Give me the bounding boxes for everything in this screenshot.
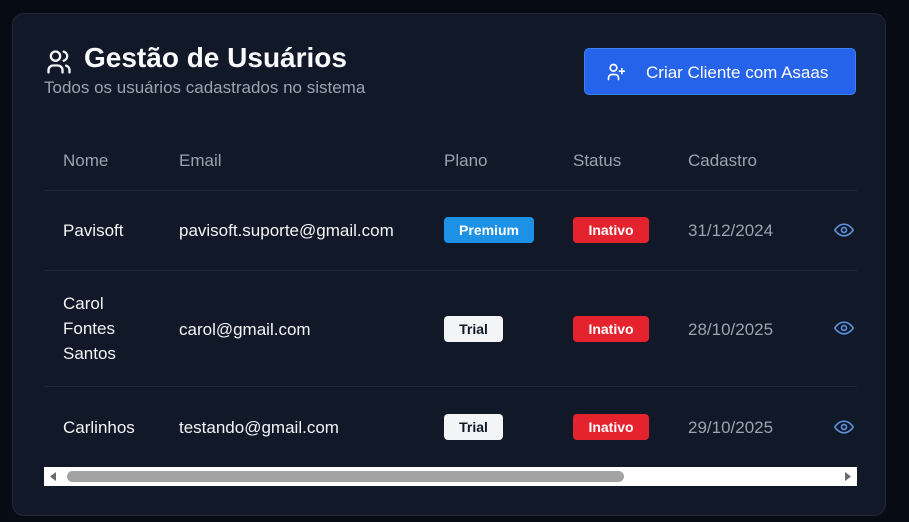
create-asaas-client-button[interactable]: Criar Cliente com Asaas (584, 48, 856, 95)
eye-icon[interactable] (834, 223, 854, 237)
user-plus-icon (607, 63, 626, 81)
row-divider (44, 190, 857, 191)
page-subtitle: Todos os usuários cadastrados no sistema (44, 78, 366, 97)
plan-badge: Trial (444, 414, 503, 440)
scrollbar-thumb[interactable] (67, 471, 624, 482)
users-icon (47, 50, 71, 74)
column-header-plan[interactable]: Plano (444, 151, 487, 171)
column-header-email[interactable]: Email (179, 151, 222, 171)
plan-badge: Trial (444, 316, 503, 342)
create-button-label: Criar Cliente com Asaas (646, 63, 829, 82)
user-email: pavisoft.suporte@gmail.com (179, 221, 394, 240)
column-header-name[interactable]: Nome (63, 151, 108, 171)
user-name: Pavisoft (63, 221, 124, 240)
eye-icon[interactable] (834, 420, 854, 434)
status-badge: Inativo (573, 414, 649, 440)
status-badge: Inativo (573, 316, 649, 342)
users-card: Gestão de Usuários Todos os usuários cad… (12, 13, 886, 516)
horizontal-scrollbar[interactable] (44, 467, 857, 486)
user-email: testando@gmail.com (179, 418, 339, 437)
plan-badge: Premium (444, 217, 534, 243)
user-name: Carlinhos (63, 418, 135, 437)
scroll-right-arrow-icon[interactable] (839, 467, 857, 486)
user-name: Carol Fontes Santos (63, 294, 116, 363)
eye-icon[interactable] (834, 321, 854, 335)
row-divider (44, 386, 857, 387)
page-title: Gestão de Usuários (84, 42, 347, 73)
created-date: 31/12/2024 (688, 221, 774, 240)
column-header-created[interactable]: Cadastro (688, 151, 757, 171)
row-divider (44, 270, 857, 271)
created-date: 29/10/2025 (688, 418, 774, 437)
created-date: 28/10/2025 (688, 320, 774, 339)
column-header-status[interactable]: Status (573, 151, 621, 171)
status-badge: Inativo (573, 217, 649, 243)
scroll-left-arrow-icon[interactable] (44, 467, 62, 486)
user-email: carol@gmail.com (179, 320, 311, 339)
